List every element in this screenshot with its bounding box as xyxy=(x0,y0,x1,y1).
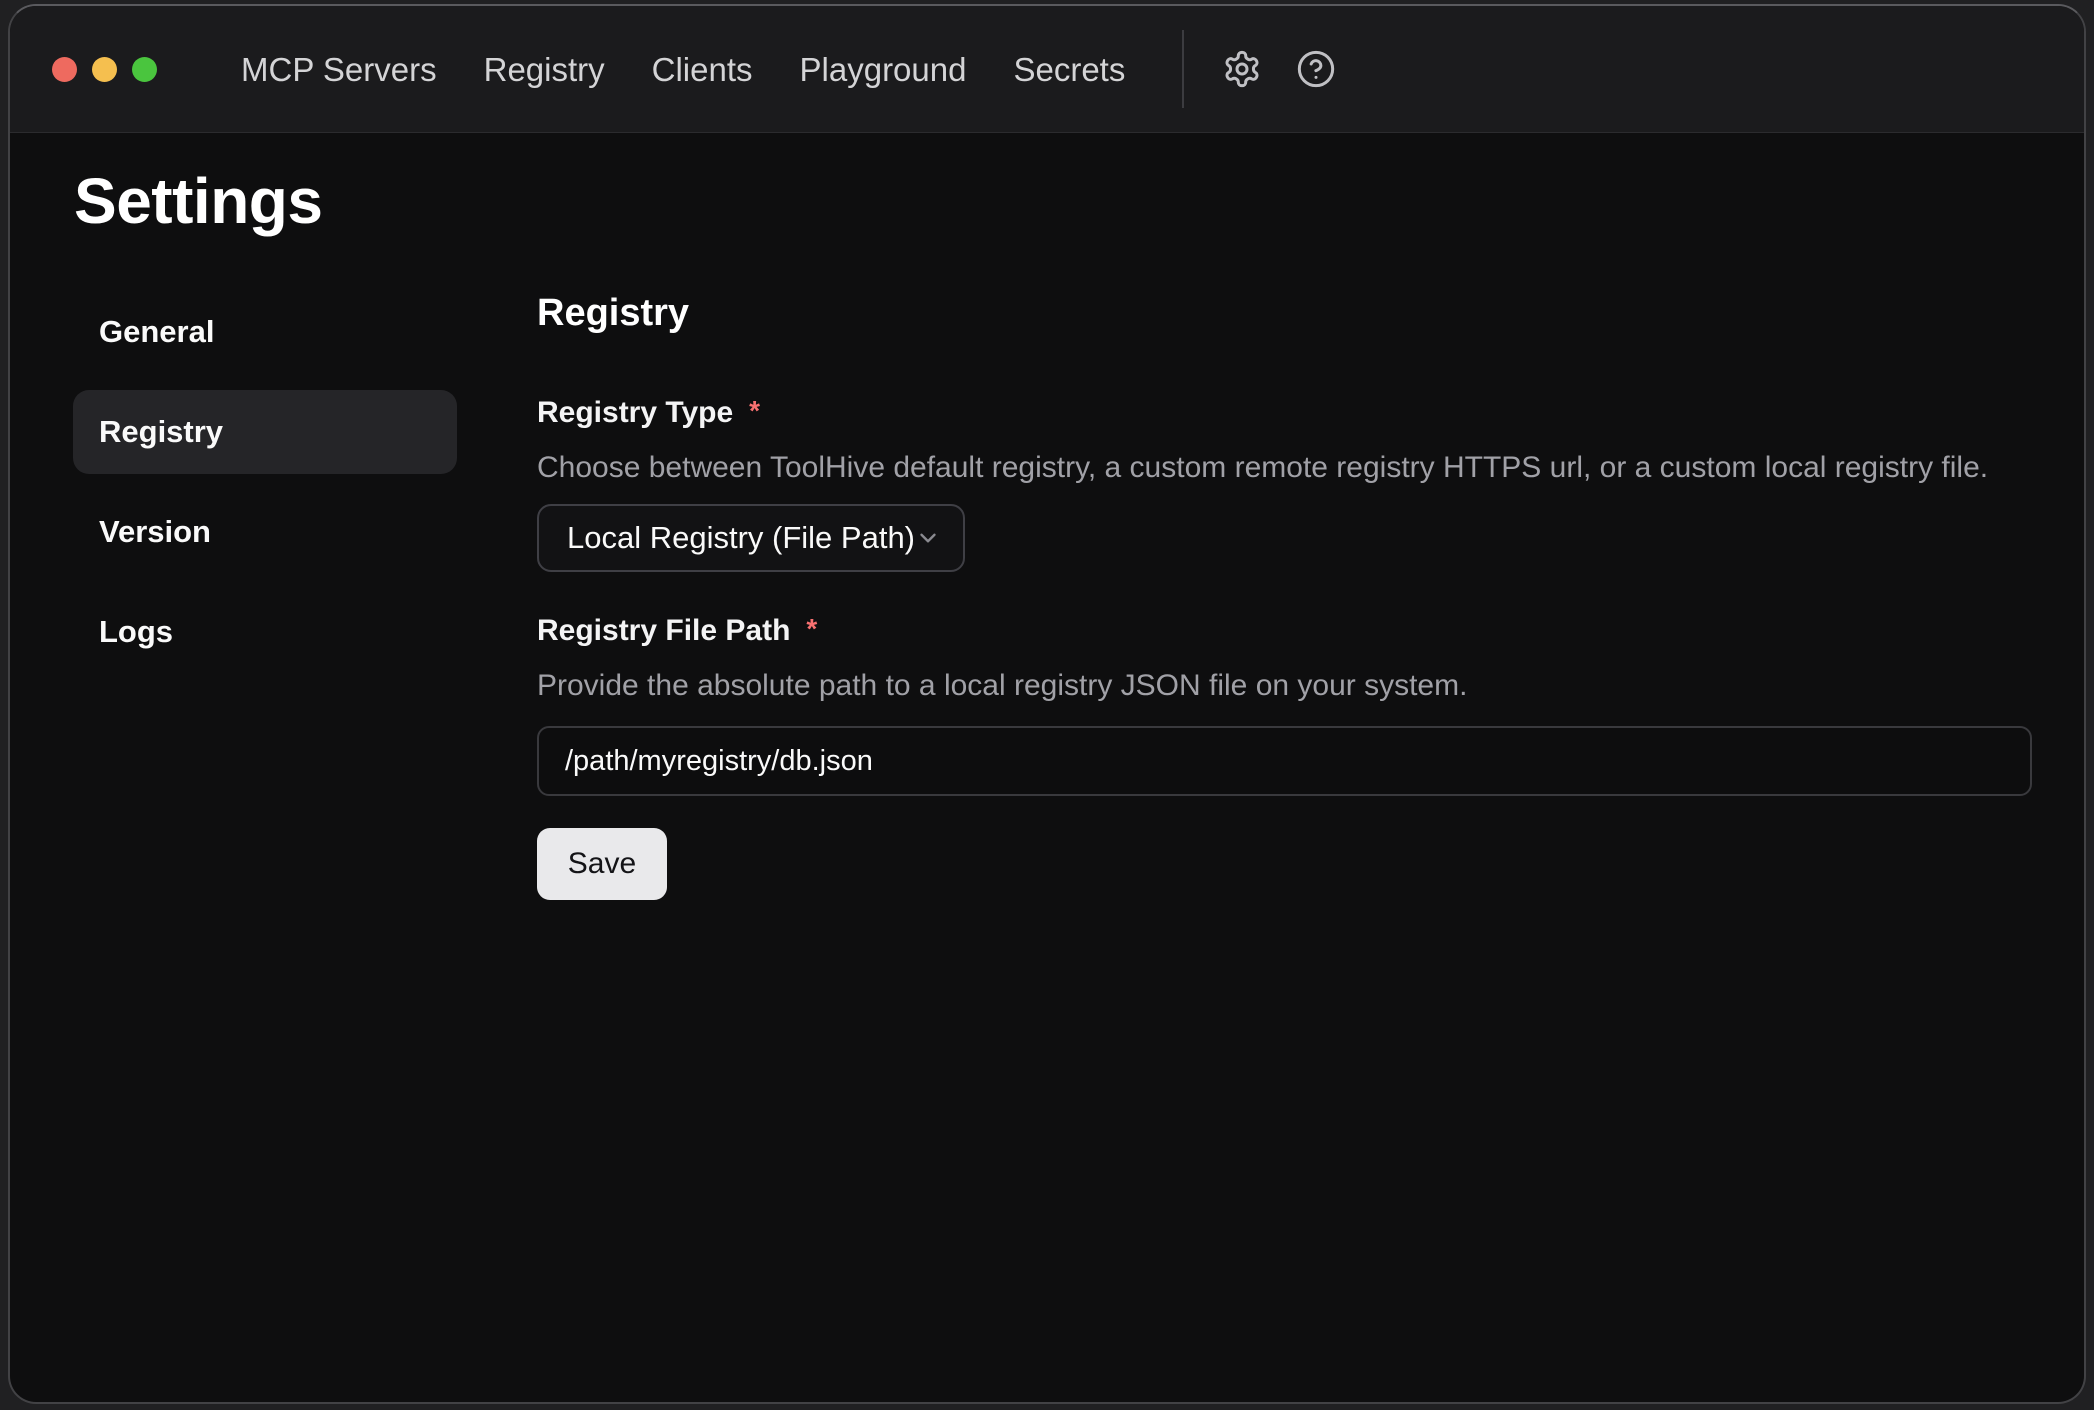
nav-item-mcp-servers[interactable]: MCP Servers xyxy=(241,53,437,86)
sidebar-item-general[interactable]: General xyxy=(73,290,457,374)
close-button[interactable] xyxy=(52,57,77,82)
titlebar: MCP Servers Registry Clients Playground … xyxy=(10,6,2084,133)
main-nav: MCP Servers Registry Clients Playground … xyxy=(241,53,1125,86)
registry-file-path-description: Provide the absolute path to a local reg… xyxy=(537,666,2032,706)
nav-item-clients[interactable]: Clients xyxy=(652,53,753,86)
registry-type-description: Choose between ToolHive default registry… xyxy=(537,448,2032,488)
section-heading: Registry xyxy=(537,290,2032,336)
traffic-lights xyxy=(52,57,157,82)
registry-type-select[interactable]: Local Registry (File Path) xyxy=(537,504,965,572)
chevron-down-icon xyxy=(915,521,941,555)
registry-type-label: Registry Type xyxy=(537,394,733,432)
sidebar-item-logs[interactable]: Logs xyxy=(73,590,457,674)
registry-file-path-label: Registry File Path xyxy=(537,612,790,650)
field-label-registry-file-path: Registry File Path * xyxy=(537,612,2032,650)
settings-sidebar: General Registry Version Logs xyxy=(73,290,457,690)
registry-type-select-value: Local Registry (File Path) xyxy=(567,520,915,556)
required-asterisk: * xyxy=(749,394,760,428)
minimize-button[interactable] xyxy=(92,57,117,82)
titlebar-divider xyxy=(1182,30,1184,108)
nav-item-registry[interactable]: Registry xyxy=(484,53,605,86)
required-asterisk: * xyxy=(806,612,817,646)
zoom-button[interactable] xyxy=(132,57,157,82)
field-label-registry-type: Registry Type * xyxy=(537,394,2032,432)
settings-gear-icon[interactable] xyxy=(1220,47,1264,91)
sidebar-item-registry[interactable]: Registry xyxy=(73,390,457,474)
settings-content: Registry Registry Type * Choose between … xyxy=(537,290,2032,900)
save-button[interactable]: Save xyxy=(537,828,667,900)
registry-file-path-input[interactable] xyxy=(537,726,2032,796)
app-window: MCP Servers Registry Clients Playground … xyxy=(8,4,2086,1404)
nav-item-playground[interactable]: Playground xyxy=(800,53,967,86)
page-title: Settings xyxy=(74,164,322,238)
titlebar-icons xyxy=(1220,47,1338,91)
sidebar-item-version[interactable]: Version xyxy=(73,490,457,574)
nav-item-secrets[interactable]: Secrets xyxy=(1013,53,1125,86)
help-icon[interactable] xyxy=(1294,47,1338,91)
